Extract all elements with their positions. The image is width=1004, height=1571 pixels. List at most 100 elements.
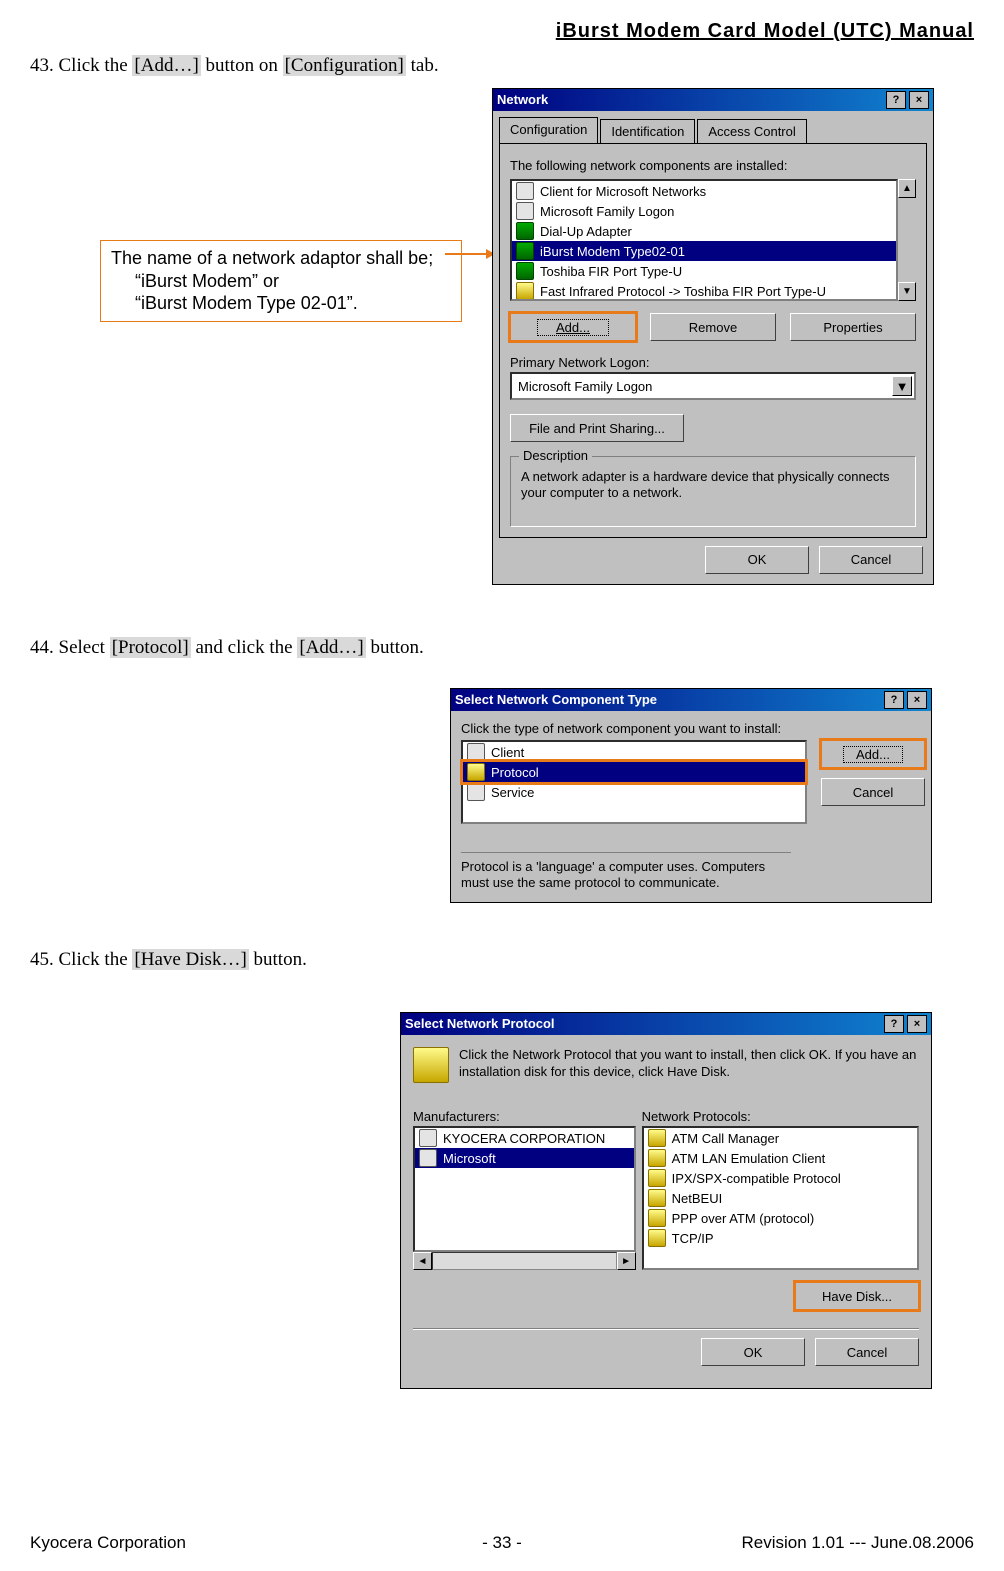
protocol-icon bbox=[467, 763, 485, 781]
step-44-text: 44. Select [Protocol] and click the [Add… bbox=[30, 637, 974, 659]
step-43-post: tab. bbox=[406, 55, 439, 76]
primary-network-logon-select[interactable]: Microsoft Family Logon ▼ bbox=[510, 372, 916, 400]
cancel-button[interactable]: Cancel bbox=[815, 1338, 919, 1366]
list-item[interactable]: Service bbox=[491, 785, 534, 800]
list-item[interactable]: ATM LAN Emulation Client bbox=[672, 1151, 826, 1166]
list-item[interactable]: TCP/IP bbox=[672, 1231, 714, 1246]
list-item[interactable]: Client for Microsoft Networks bbox=[540, 184, 706, 199]
add-button[interactable]: Add... bbox=[821, 740, 925, 768]
step-43-pre: 43. Click the bbox=[30, 55, 132, 76]
description-group-label: Description bbox=[519, 448, 592, 463]
page-footer: Kyocera Corporation - 33 - Revision 1.01… bbox=[30, 1533, 974, 1553]
list-item[interactable]: KYOCERA CORPORATION bbox=[443, 1131, 605, 1146]
step-45-text: 45. Click the [Have Disk…] button. bbox=[30, 949, 974, 971]
components-label: The following network components are ins… bbox=[510, 158, 916, 173]
footer-page-number: - 33 - bbox=[30, 1533, 974, 1553]
adapter-icon bbox=[516, 242, 534, 260]
protocol-icon bbox=[648, 1189, 666, 1207]
callout-line1: The name of a network adaptor shall be; bbox=[111, 247, 451, 270]
step-43-mid: button on bbox=[201, 55, 283, 76]
tabs-network: Configuration Identification Access Cont… bbox=[499, 119, 927, 143]
tabpanel-configuration: The following network components are ins… bbox=[499, 143, 927, 538]
component-listbox[interactable]: Client Protocol Service bbox=[461, 740, 807, 824]
list-item[interactable]: NetBEUI bbox=[672, 1191, 723, 1206]
dialog-network: Network ? × Configuration Identification… bbox=[492, 88, 934, 585]
protocol-icon bbox=[516, 282, 534, 300]
list-item[interactable]: ATM Call Manager bbox=[672, 1131, 779, 1146]
dropdown-icon[interactable]: ▼ bbox=[892, 376, 912, 396]
scroll-right-icon[interactable]: ► bbox=[617, 1252, 636, 1270]
list-item-selected[interactable]: Microsoft bbox=[443, 1151, 496, 1166]
manufacturers-listbox[interactable]: KYOCERA CORPORATION Microsoft bbox=[413, 1126, 636, 1252]
list-item[interactable]: Toshiba FIR Port Type-U bbox=[540, 264, 682, 279]
adapter-icon bbox=[516, 262, 534, 280]
protocol-icon bbox=[648, 1169, 666, 1187]
list-item[interactable]: Fast Infrared Protocol -> Toshiba FIR Po… bbox=[540, 284, 826, 299]
component-desc: Protocol is a 'language' a computer uses… bbox=[461, 852, 791, 892]
step-45-post: button. bbox=[249, 949, 307, 970]
remove-button[interactable]: Remove bbox=[650, 313, 776, 341]
file-print-sharing-button[interactable]: File and Print Sharing... bbox=[510, 414, 684, 442]
components-list-wrap: Client for Microsoft Networks Microsoft … bbox=[510, 179, 916, 301]
ok-button[interactable]: OK bbox=[701, 1338, 805, 1366]
components-listbox[interactable]: Client for Microsoft Networks Microsoft … bbox=[510, 179, 898, 301]
step-44-mid: and click the bbox=[191, 637, 298, 658]
protocol-icon bbox=[648, 1149, 666, 1167]
titlebar-component-buttons: ? × bbox=[884, 691, 927, 709]
cancel-button[interactable]: Cancel bbox=[821, 778, 925, 806]
cancel-button[interactable]: Cancel bbox=[819, 546, 923, 574]
step-43-ref-add: [Add…] bbox=[132, 55, 200, 76]
protocols-listbox[interactable]: ATM Call Manager ATM LAN Emulation Clien… bbox=[642, 1126, 919, 1270]
protocol-icon bbox=[648, 1129, 666, 1147]
dialog-network-protocol: Select Network Protocol ? × Click the Ne… bbox=[400, 1012, 932, 1389]
tab-identification[interactable]: Identification bbox=[600, 119, 695, 143]
scroll-left-icon[interactable]: ◄ bbox=[413, 1252, 432, 1270]
client-icon bbox=[467, 743, 485, 761]
list-item-selected[interactable]: Protocol bbox=[491, 765, 539, 780]
ok-button[interactable]: OK bbox=[705, 546, 809, 574]
step-44-ref-add: [Add…] bbox=[297, 637, 365, 658]
client-icon bbox=[516, 182, 534, 200]
manufacturers-label: Manufacturers: bbox=[413, 1109, 636, 1124]
close-button[interactable]: × bbox=[907, 691, 927, 709]
step-44-pre: 44. Select bbox=[30, 637, 110, 658]
list-item[interactable]: Microsoft Family Logon bbox=[540, 204, 674, 219]
protocol-big-icon bbox=[413, 1047, 449, 1083]
list-item[interactable]: IPX/SPX-compatible Protocol bbox=[672, 1171, 841, 1186]
mfr-icon bbox=[419, 1129, 437, 1147]
list-item[interactable]: PPP over ATM (protocol) bbox=[672, 1211, 815, 1226]
client-icon bbox=[516, 202, 534, 220]
list-item[interactable]: Dial-Up Adapter bbox=[540, 224, 632, 239]
primary-network-logon-value: Microsoft Family Logon bbox=[518, 379, 652, 394]
titlebar-network: Network ? × bbox=[493, 89, 933, 111]
have-disk-button[interactable]: Have Disk... bbox=[795, 1282, 919, 1310]
description-text: A network adapter is a hardware device t… bbox=[521, 469, 905, 502]
primary-network-logon-label: Primary Network Logon: bbox=[510, 355, 916, 370]
manufacturers-hscroll[interactable]: ◄ ► bbox=[413, 1252, 636, 1270]
help-button[interactable]: ? bbox=[884, 1015, 904, 1033]
step-43-ref-configuration: [Configuration] bbox=[283, 55, 406, 76]
callout-arrow bbox=[445, 253, 493, 255]
help-button[interactable]: ? bbox=[884, 691, 904, 709]
titlebar-component-title: Select Network Component Type bbox=[455, 689, 657, 711]
service-icon bbox=[467, 783, 485, 801]
list-item[interactable]: Client bbox=[491, 745, 524, 760]
titlebar-protocol-buttons: ? × bbox=[884, 1015, 927, 1033]
step-45-pre: 45. Click the bbox=[30, 949, 132, 970]
callout-line3: “iBurst Modem Type 02-01”. bbox=[111, 292, 451, 315]
close-button[interactable]: × bbox=[909, 91, 929, 109]
list-item-selected[interactable]: iBurst Modem Type02-01 bbox=[540, 244, 685, 259]
titlebar-protocol: Select Network Protocol ? × bbox=[401, 1013, 931, 1035]
step-45-ref-havedisk: [Have Disk…] bbox=[132, 949, 248, 970]
help-button[interactable]: ? bbox=[886, 91, 906, 109]
tab-access-control[interactable]: Access Control bbox=[697, 119, 806, 143]
add-button[interactable]: Add... bbox=[510, 313, 636, 341]
components-scrollbar[interactable]: ▲ ▼ bbox=[898, 179, 916, 301]
properties-button[interactable]: Properties bbox=[790, 313, 916, 341]
scroll-down-icon[interactable]: ▼ bbox=[898, 282, 916, 301]
document-page: iBurst Modem Card Model (UTC) Manual 43.… bbox=[0, 0, 1004, 1571]
titlebar-protocol-title: Select Network Protocol bbox=[405, 1013, 555, 1035]
close-button[interactable]: × bbox=[907, 1015, 927, 1033]
tab-configuration[interactable]: Configuration bbox=[499, 117, 598, 143]
scroll-up-icon[interactable]: ▲ bbox=[898, 179, 916, 198]
